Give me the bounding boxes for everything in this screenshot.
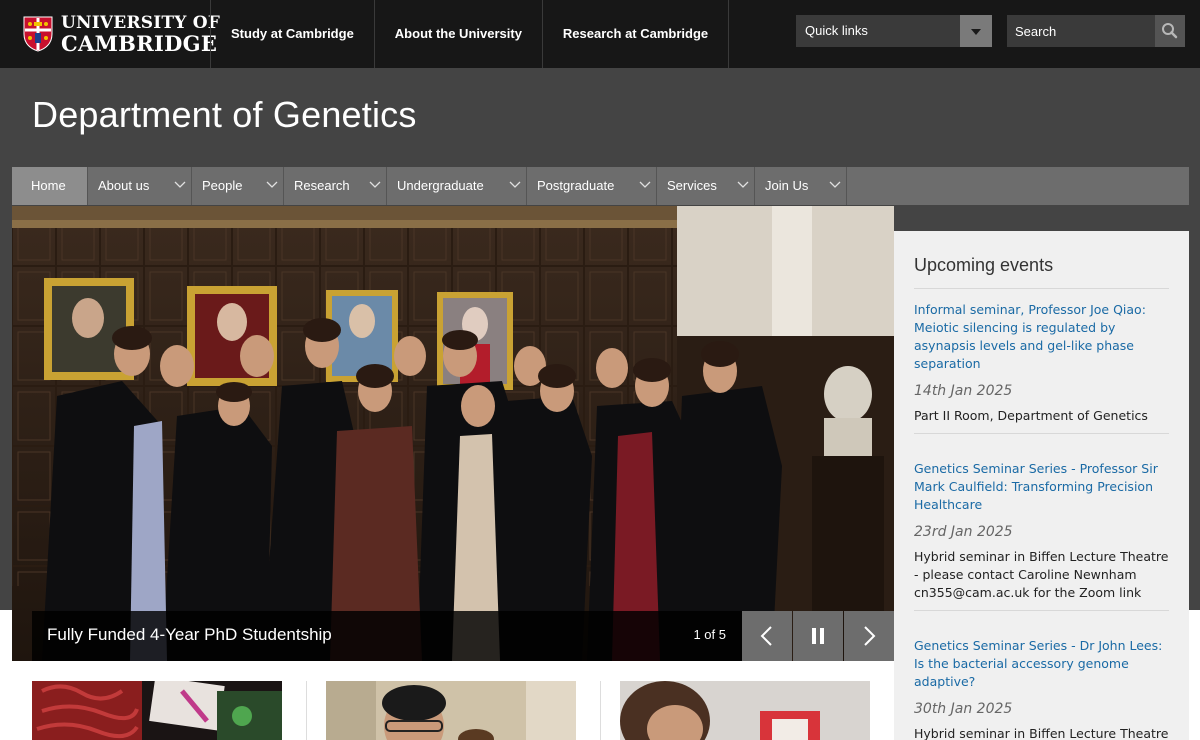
event-date: 14th Jan 2025: [914, 383, 1013, 399]
nav-item-label: Join Us: [765, 178, 809, 193]
chevron-down-icon[interactable]: [737, 181, 749, 189]
department-title[interactable]: Department of Genetics: [32, 94, 417, 136]
chevron-down-icon[interactable]: [829, 181, 841, 189]
chevron-down-icon[interactable]: [639, 181, 651, 189]
nav-study-at-cambridge[interactable]: Study at Cambridge: [211, 0, 375, 68]
quick-links-label: Quick links: [805, 23, 868, 38]
university-logo[interactable]: UNIVERSITY OF CAMBRIDGE: [23, 12, 221, 56]
nav-item-label: About us: [98, 178, 150, 193]
upcoming-events-panel: Upcoming events Informal seminar, Profes…: [894, 231, 1189, 740]
nav-item-research[interactable]: Research: [284, 167, 387, 205]
event-item: Genetics Seminar Series - Dr John Lees: …: [914, 611, 1169, 740]
carousel-prev-button[interactable]: [742, 611, 792, 661]
carousel-caption-text[interactable]: Fully Funded 4-Year PhD Studentship: [47, 625, 332, 645]
chevron-right-icon: [864, 626, 876, 646]
logo-text-line1: UNIVERSITY OF: [61, 12, 221, 33]
event-item: Informal seminar, Professor Joe Qiao: Me…: [914, 289, 1169, 434]
quick-links-dropdown[interactable]: Quick links: [796, 15, 992, 47]
nav-item-label: Research: [294, 178, 350, 193]
nav-item-undergraduate[interactable]: Undergraduate: [387, 167, 527, 205]
search-button[interactable]: [1155, 15, 1185, 47]
chevron-down-icon[interactable]: [369, 181, 381, 189]
event-title-link[interactable]: Genetics Seminar Series - Professor Sir …: [914, 460, 1169, 514]
nav-item-label: Postgraduate: [537, 178, 615, 193]
event-location: Hybrid seminar in Biffen Lecture Theatre…: [914, 549, 1169, 600]
event-item: Genetics Seminar Series - Professor Sir …: [914, 434, 1169, 611]
teaser-row: [12, 661, 894, 740]
nav-research-at-cambridge[interactable]: Research at Cambridge: [543, 0, 730, 68]
university-nav: Study at Cambridge About the University …: [210, 0, 730, 68]
carousel-counter: 1 of 5: [693, 627, 726, 642]
chevron-down-icon[interactable]: [266, 181, 278, 189]
pause-icon: [812, 628, 824, 644]
nav-item-label: Undergraduate: [397, 178, 484, 193]
event-location: Part II Room, Department of Genetics: [914, 408, 1148, 423]
search-icon: [1162, 23, 1178, 39]
teaser-image-3[interactable]: [620, 681, 870, 740]
cambridge-crest-icon: [23, 16, 53, 52]
hero-carousel: Fully Funded 4-Year PhD Studentship 1 of…: [12, 206, 894, 661]
carousel-caption[interactable]: Fully Funded 4-Year PhD Studentship 1 of…: [32, 611, 742, 661]
event-title-link[interactable]: Genetics Seminar Series - Dr John Lees: …: [914, 637, 1169, 691]
event-location: Hybrid seminar in Biffen Lecture Theatre: [914, 726, 1169, 740]
nav-item-people[interactable]: People: [192, 167, 284, 205]
event-date: 30th Jan 2025: [914, 701, 1013, 717]
teaser-divider: [306, 681, 307, 740]
chevron-left-icon: [760, 626, 772, 646]
nav-item-label: Services: [667, 178, 717, 193]
nav-item-postgraduate[interactable]: Postgraduate: [527, 167, 657, 205]
search-input[interactable]: [1007, 15, 1157, 47]
nav-about-the-university[interactable]: About the University: [375, 0, 543, 68]
chevron-down-icon[interactable]: [174, 181, 186, 189]
search-box: [1007, 15, 1185, 47]
event-date: 23rd Jan 2025: [914, 524, 1013, 540]
nav-item-label: People: [202, 178, 243, 193]
teaser-divider: [600, 681, 601, 740]
research-image: [32, 681, 282, 740]
nav-item-about-us[interactable]: About us: [88, 167, 192, 205]
dropdown-arrow-icon[interactable]: [960, 15, 992, 47]
nav-item-home[interactable]: Home: [12, 167, 88, 205]
nav-item-label: Home: [31, 178, 66, 193]
group-photo-image: [12, 206, 894, 661]
carousel-next-button[interactable]: [844, 611, 894, 661]
nav-item-join-us[interactable]: Join Us: [755, 167, 847, 205]
chevron-down-icon[interactable]: [509, 181, 521, 189]
logo-text-line2: CAMBRIDGE: [61, 30, 218, 56]
teaser-image-2[interactable]: [326, 681, 576, 740]
events-heading: Upcoming events: [914, 255, 1169, 289]
department-nav: Home About us People Research Undergradu…: [12, 167, 1189, 205]
carousel-pause-button[interactable]: [793, 611, 843, 661]
nav-item-services[interactable]: Services: [657, 167, 755, 205]
event-title-link[interactable]: Informal seminar, Professor Joe Qiao: Me…: [914, 301, 1169, 373]
person-image: [326, 681, 576, 740]
teaser-image-1[interactable]: [32, 681, 282, 740]
lab-image: [620, 681, 870, 740]
global-header: UNIVERSITY OF CAMBRIDGE Study at Cambrid…: [0, 0, 1200, 68]
